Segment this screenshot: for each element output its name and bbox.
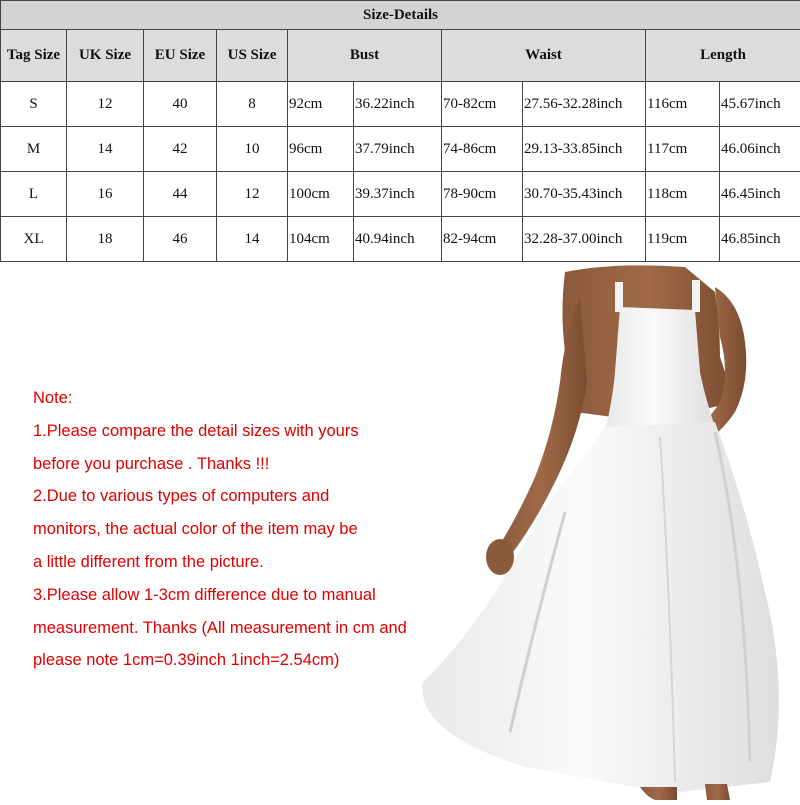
- cell-length-inch: 46.85inch: [720, 217, 800, 262]
- cell-length-cm: 118cm: [646, 172, 720, 217]
- cell-tag-size: XL: [1, 217, 67, 262]
- dress-model-image: [415, 262, 800, 800]
- cell-bust-cm: 92cm: [288, 82, 354, 127]
- cell-bust-cm: 96cm: [288, 127, 354, 172]
- note-line: a little different from the picture.: [33, 546, 453, 579]
- header-waist: Waist: [442, 30, 646, 82]
- header-length: Length: [646, 30, 800, 82]
- cell-waist-inch: 27.56-32.28inch: [523, 82, 646, 127]
- size-table: Size-Details Tag Size UK Size EU Size US…: [0, 0, 800, 262]
- cell-uk-size: 18: [67, 217, 144, 262]
- cell-eu-size: 44: [144, 172, 217, 217]
- header-us-size: US Size: [217, 30, 288, 82]
- cell-tag-size: S: [1, 82, 67, 127]
- cell-waist-cm: 74-86cm: [442, 127, 523, 172]
- cell-eu-size: 42: [144, 127, 217, 172]
- table-row: M 14 42 10 96cm 37.79inch 74-86cm 29.13-…: [1, 127, 800, 172]
- cell-length-inch: 46.45inch: [720, 172, 800, 217]
- header-uk-size: UK Size: [67, 30, 144, 82]
- model-photo: [415, 262, 800, 800]
- cell-length-inch: 46.06inch: [720, 127, 800, 172]
- header-tag-size: Tag Size: [1, 30, 67, 82]
- cell-eu-size: 40: [144, 82, 217, 127]
- cell-tag-size: M: [1, 127, 67, 172]
- cell-length-cm: 117cm: [646, 127, 720, 172]
- note-heading: Note:: [33, 382, 453, 415]
- cell-waist-cm: 82-94cm: [442, 217, 523, 262]
- cell-waist-cm: 70-82cm: [442, 82, 523, 127]
- cell-waist-inch: 32.28-37.00inch: [523, 217, 646, 262]
- size-note: Note: 1.Please compare the detail sizes …: [33, 382, 453, 677]
- header-bust: Bust: [288, 30, 442, 82]
- cell-bust-cm: 104cm: [288, 217, 354, 262]
- cell-uk-size: 16: [67, 172, 144, 217]
- cell-waist-cm: 78-90cm: [442, 172, 523, 217]
- note-line: before you purchase . Thanks !!!: [33, 448, 453, 481]
- size-details-table: Size-Details Tag Size UK Size EU Size US…: [0, 0, 800, 262]
- cell-bust-inch: 39.37inch: [354, 172, 442, 217]
- note-line: please note 1cm=0.39inch 1inch=2.54cm): [33, 644, 453, 677]
- cell-uk-size: 14: [67, 127, 144, 172]
- cell-us-size: 10: [217, 127, 288, 172]
- cell-us-size: 12: [217, 172, 288, 217]
- cell-uk-size: 12: [67, 82, 144, 127]
- cell-length-cm: 119cm: [646, 217, 720, 262]
- table-row: L 16 44 12 100cm 39.37inch 78-90cm 30.70…: [1, 172, 800, 217]
- cell-eu-size: 46: [144, 217, 217, 262]
- note-line: 2.Due to various types of computers and: [33, 480, 453, 513]
- table-title: Size-Details: [1, 1, 800, 30]
- note-line: monitors, the actual color of the item m…: [33, 513, 453, 546]
- cell-bust-inch: 37.79inch: [354, 127, 442, 172]
- cell-waist-inch: 30.70-35.43inch: [523, 172, 646, 217]
- table-row: XL 18 46 14 104cm 40.94inch 82-94cm 32.2…: [1, 217, 800, 262]
- cell-bust-inch: 40.94inch: [354, 217, 442, 262]
- note-line: 1.Please compare the detail sizes with y…: [33, 415, 453, 448]
- header-eu-size: EU Size: [144, 30, 217, 82]
- cell-length-cm: 116cm: [646, 82, 720, 127]
- cell-us-size: 14: [217, 217, 288, 262]
- cell-us-size: 8: [217, 82, 288, 127]
- cell-bust-cm: 100cm: [288, 172, 354, 217]
- note-line: 3.Please allow 1-3cm difference due to m…: [33, 579, 453, 612]
- note-line: measurement. Thanks (All measurement in …: [33, 612, 453, 645]
- cell-length-inch: 45.67inch: [720, 82, 800, 127]
- cell-waist-inch: 29.13-33.85inch: [523, 127, 646, 172]
- cell-tag-size: L: [1, 172, 67, 217]
- cell-bust-inch: 36.22inch: [354, 82, 442, 127]
- table-row: S 12 40 8 92cm 36.22inch 70-82cm 27.56-3…: [1, 82, 800, 127]
